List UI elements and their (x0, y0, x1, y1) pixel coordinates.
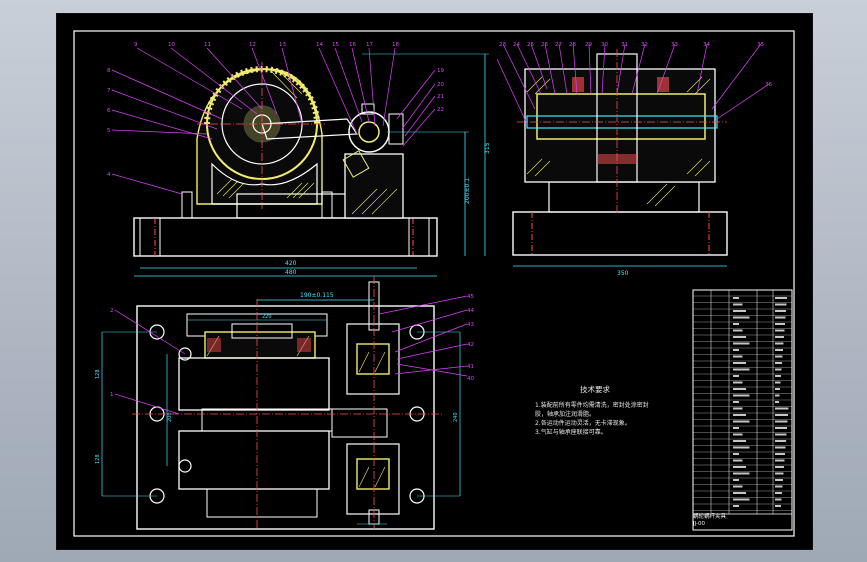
part-balloon-number: 34 (703, 42, 710, 48)
part-balloon-number: 6 (107, 108, 111, 114)
part-balloon-number: 41 (467, 364, 474, 370)
part-balloon-number: 35 (757, 42, 764, 48)
title-block: 蜗轮蜗杆夹具 JJ-00 (693, 514, 792, 528)
dim-side-width: 350 (617, 270, 629, 277)
top-view: 190±0.115 220 128 200 128 240 (95, 276, 468, 530)
part-balloon-number: 9 (134, 42, 138, 48)
dim-top-left-lower: 128 (95, 454, 101, 464)
drawing-number: JJ-00 (693, 521, 706, 527)
notes-line: 3.气缸与轴承座联接可靠。 (535, 429, 607, 436)
part-balloon-number: 28 (569, 42, 576, 48)
part-balloon-number: 19 (437, 68, 444, 74)
part-balloon-number: 43 (467, 322, 474, 328)
part-balloon-number: 5 (107, 128, 111, 134)
dim-top-left-mid: 200 (167, 412, 173, 422)
front-view: 420 480 315 200±0.1 (111, 47, 491, 277)
part-balloon-number: 13 (279, 42, 286, 48)
part-balloon-number: 1 (110, 392, 114, 398)
dim-top-small: 220 (262, 314, 272, 320)
part-balloon-number: 12 (249, 42, 256, 48)
part-balloon-number: 2 (110, 308, 114, 314)
dim-top-right-total: 240 (453, 412, 459, 422)
notes-line: 2.各运动件运动灵活，无卡滞现象。 (535, 420, 631, 427)
cad-viewport[interactable]: 420 480 315 200±0.1 350 190±0.115 220 12… (56, 13, 813, 550)
part-balloon-number: 17 (366, 42, 373, 48)
dim-front-width-inner: 420 (285, 260, 297, 267)
side-view: 350 (496, 43, 770, 277)
part-balloon-number: 20 (437, 82, 444, 88)
dim-front-height-center: 200±0.1 (464, 178, 471, 204)
part-balloon-number: 15 (332, 42, 339, 48)
part-balloon-number: 40 (467, 376, 474, 382)
part-balloon-number: 14 (316, 42, 323, 48)
drawing-title: 蜗轮蜗杆夹具 (693, 514, 727, 520)
technical-requirements: 技术要求 1.装配前所有零件均需清洗，密封处涂密封 胶，轴承加注润滑脂。 2.各… (535, 384, 675, 437)
part-balloon-number: 42 (467, 342, 474, 348)
dim-front-height-total: 315 (484, 142, 491, 154)
part-balloon-number: 22 (437, 107, 444, 113)
part-balloon-number: 31 (621, 42, 628, 48)
part-balloon-number: 4 (107, 172, 111, 178)
part-balloon-number: 7 (107, 88, 111, 94)
part-balloon-number: 45 (467, 294, 474, 300)
dim-front-width-outer: 480 (285, 269, 297, 276)
part-balloon-number: 29 (585, 42, 592, 48)
assembly-drawing: 420 480 315 200±0.1 350 190±0.115 220 12… (73, 30, 795, 537)
part-balloon-number: 11 (204, 42, 211, 48)
notes-line: 胶，轴承加注润滑脂。 (535, 411, 596, 418)
part-balloon-number: 26 (541, 42, 548, 48)
part-balloon-number: 32 (641, 42, 648, 48)
dim-top-left-upper: 128 (95, 369, 101, 379)
part-balloon-number: 16 (349, 42, 356, 48)
part-balloon-number: 36 (765, 82, 772, 88)
part-balloon-number: 18 (392, 42, 399, 48)
parts-list-table (692, 289, 793, 531)
part-balloon-number: 8 (107, 68, 111, 74)
notes-line: 1.装配前所有零件均需清洗，密封处涂密封 (535, 402, 649, 409)
part-balloon-number: 24 (513, 42, 520, 48)
part-balloon-number: 23 (499, 42, 506, 48)
part-balloon-number: 25 (527, 42, 534, 48)
notes-title: 技术要求 (580, 385, 610, 394)
part-balloon-number: 30 (601, 42, 608, 48)
part-balloon-number: 10 (168, 42, 175, 48)
part-balloon-number: 21 (437, 94, 444, 100)
dim-top-center-distance: 190±0.115 (300, 292, 334, 299)
part-balloon-number: 33 (671, 42, 678, 48)
part-balloon-number: 27 (555, 42, 562, 48)
part-balloon-number: 44 (467, 308, 474, 314)
